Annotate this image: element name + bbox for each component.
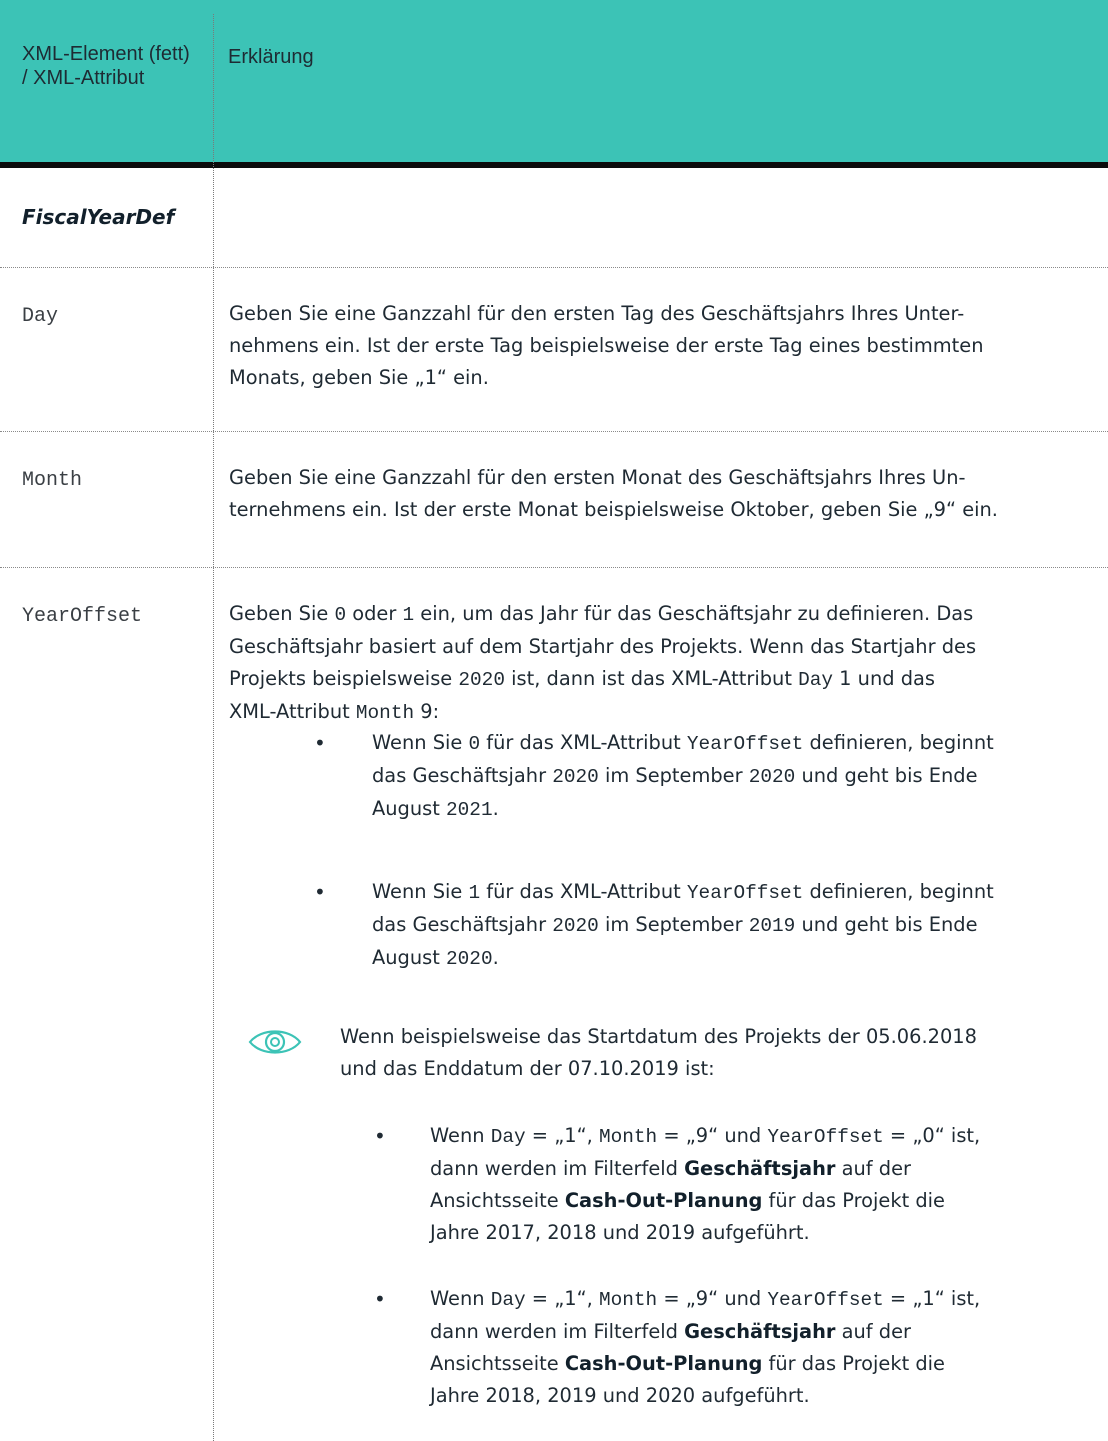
list-item: Wenn Day = „1“, Month = „9“ und YearOffs… [430, 1124, 981, 1244]
attribute-day: Day [22, 305, 59, 328]
column-header-explanation: Erklärung [228, 46, 314, 68]
eye-icon [247, 1024, 303, 1064]
description-day: Geben Sie eine Ganzzahl für den ersten T… [229, 302, 984, 389]
row-divider [0, 431, 1108, 432]
column-divider [213, 14, 214, 1441]
bullet-marker: • [374, 1287, 386, 1311]
row-divider [0, 267, 1108, 268]
list-item: Wenn Day = „1“, Month = „9“ und YearOffs… [430, 1287, 981, 1407]
attribute-month: Month [22, 469, 83, 492]
bullet-marker: • [314, 731, 326, 755]
attribute-yearoffset: YearOffset [22, 605, 143, 628]
bullet-marker: • [374, 1124, 386, 1148]
note-text: Wenn beispielsweise das Startdatum des P… [340, 1025, 977, 1080]
list-item: Wenn Sie 1 für das XML-Attribut YearOffs… [372, 880, 994, 970]
section-title: FiscalYearDef [22, 205, 175, 229]
list-item: Wenn Sie 0 für das XML-Attribut YearOffs… [372, 731, 994, 821]
header-rule [0, 162, 1108, 168]
description-yearoffset: Geben Sie 0 oder 1 ein, um das Jahr für … [229, 602, 977, 724]
description-month: Geben Sie eine Ganzzahl für den ersten M… [229, 466, 998, 521]
row-divider [0, 567, 1108, 568]
column-header-element: XML-Element (fett) / XML-Attribut [22, 43, 190, 89]
bullet-marker: • [314, 880, 326, 904]
